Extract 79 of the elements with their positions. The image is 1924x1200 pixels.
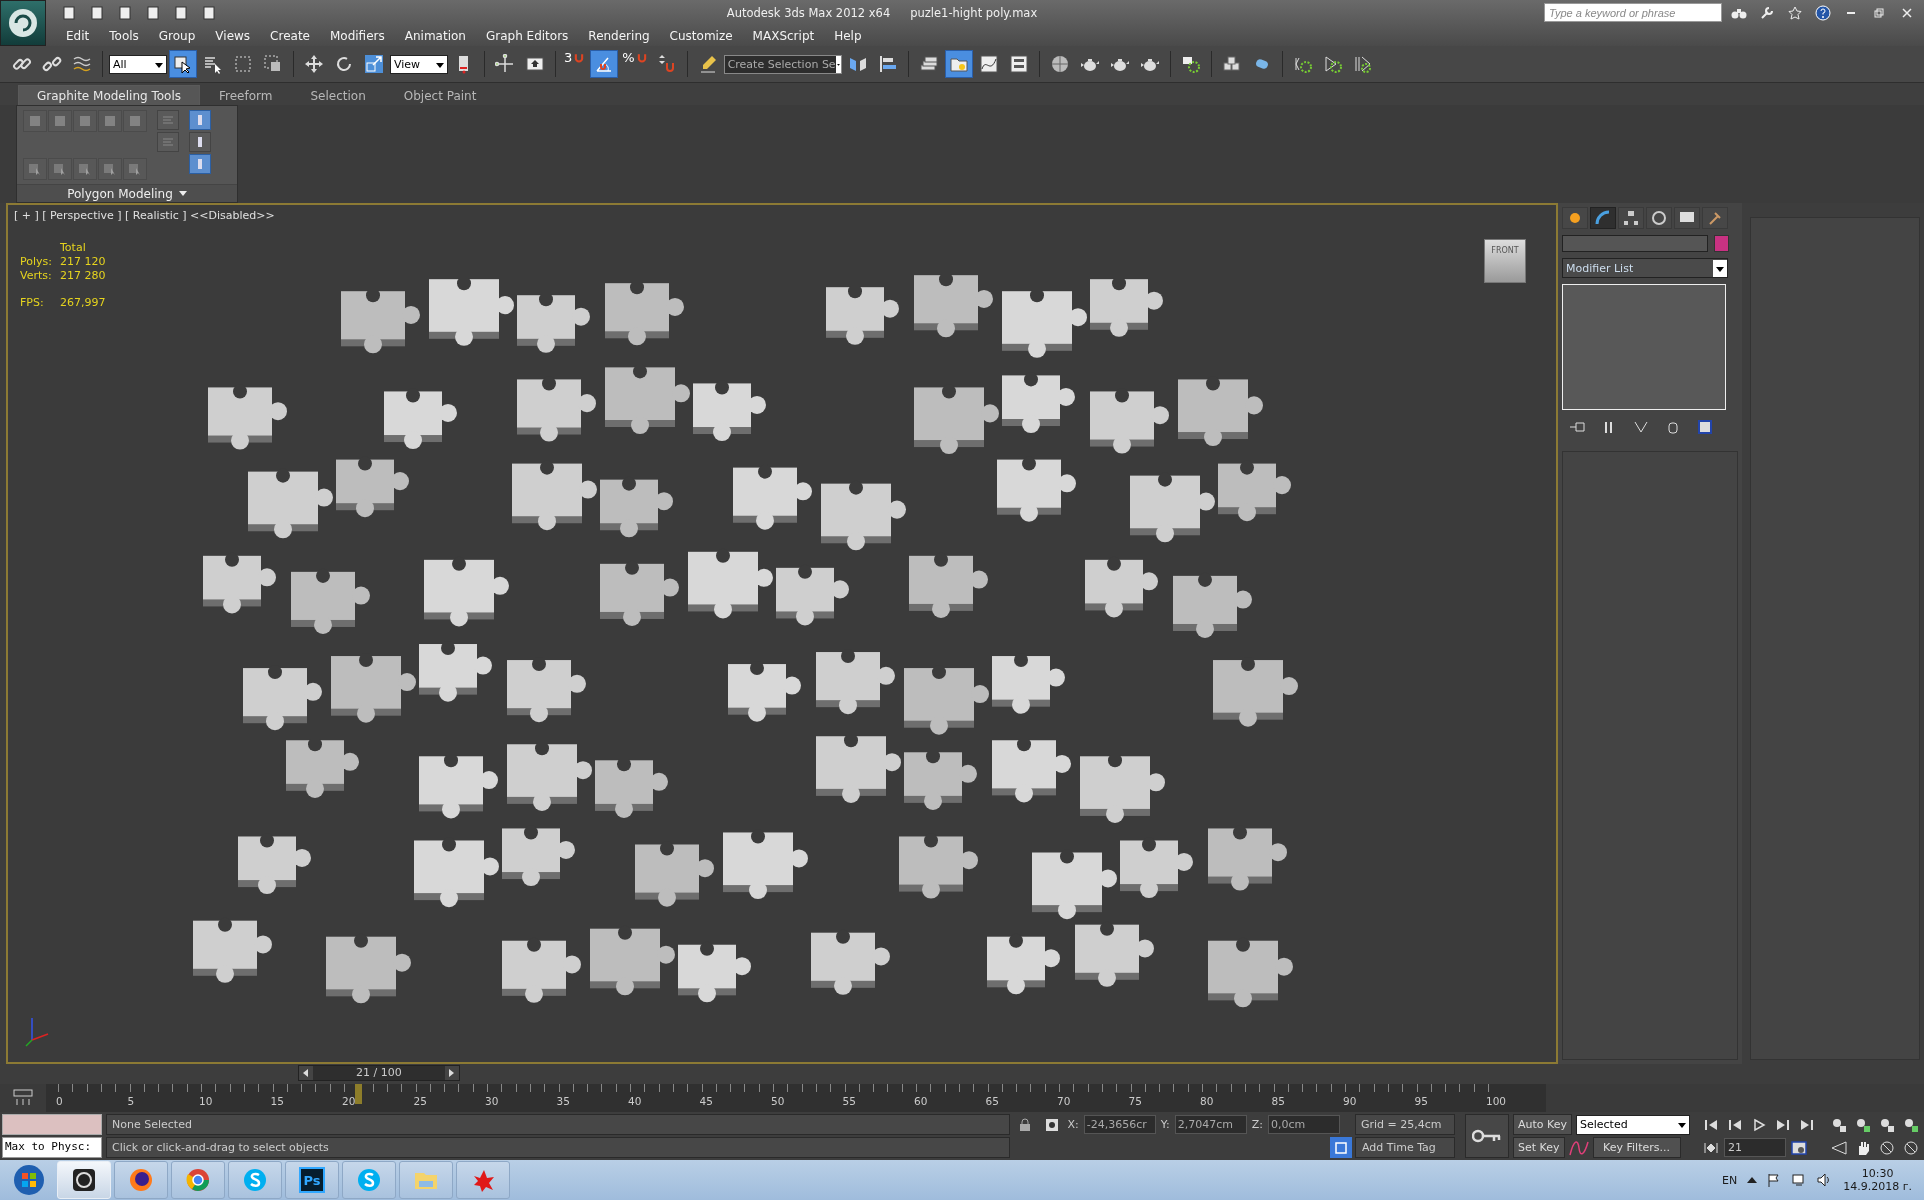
menu-item[interactable]: Create: [260, 28, 320, 43]
ruler-label: 40: [628, 1095, 642, 1107]
time-slider-thumb[interactable]: 21 / 100: [297, 1065, 460, 1081]
stat-value: 217 120: [60, 255, 106, 268]
named-selection-dropdown[interactable]: Create Selection Se: [723, 54, 842, 74]
modifier-list-dropdown[interactable]: Modifier List: [1562, 258, 1728, 278]
search-field[interactable]: Type a keyword or phrase: [1544, 3, 1722, 22]
ruler-label: 70: [1057, 1095, 1071, 1107]
ruler-label: 100: [1486, 1095, 1507, 1107]
fps-value: 267,997: [60, 296, 106, 309]
snap-toggle[interactable]: 3: [562, 50, 589, 78]
taskbar-app-button[interactable]: Ps: [285, 1161, 339, 1199]
app-icon: Ps: [299, 1167, 325, 1193]
ruler-label: 35: [556, 1095, 570, 1107]
menu-item[interactable]: Edit: [56, 28, 100, 43]
ruler-label: 50: [771, 1095, 785, 1107]
set-key-button[interactable]: Set Key: [1513, 1137, 1565, 1158]
menu-item[interactable]: Tools: [99, 28, 149, 43]
coordinate-field[interactable]: 2,7047cm: [1174, 1115, 1247, 1134]
viewport-label[interactable]: [ + ] [ Perspective ] [ Realistic ] <<Disabled>>: [14, 209, 275, 222]
coordinate-field[interactable]: 0,0cm: [1268, 1115, 1340, 1134]
ruler-label: 30: [485, 1095, 499, 1107]
menu-item[interactable]: MAXScript: [742, 28, 825, 43]
key-mode-dropdown[interactable]: Selected: [1576, 1114, 1690, 1135]
stat-label: Polys:: [20, 255, 53, 268]
ruler-label: 10: [199, 1095, 213, 1107]
ruler-label: 25: [413, 1095, 427, 1107]
ruler-label: 60: [914, 1095, 928, 1107]
menu-item[interactable]: Views: [205, 28, 261, 43]
selection-status: None Selected: [106, 1114, 1010, 1135]
menu-item[interactable]: Modifiers: [319, 28, 395, 43]
add-time-tag-button[interactable]: Add Time Tag: [1355, 1137, 1455, 1158]
menu-item[interactable]: Help: [824, 28, 872, 43]
ruler-label: 75: [1128, 1095, 1142, 1107]
ruler-label: 65: [985, 1095, 999, 1107]
time-ruler[interactable]: 0 5 10 15 20 25 30 35 40 45 50 55 60 65 70 75 80 85 90 95 100: [46, 1084, 1546, 1112]
ruler-label: 15: [270, 1095, 284, 1107]
menu-item[interactable]: Rendering: [578, 28, 660, 43]
stats-header: Total: [60, 241, 87, 254]
file-name: puzle1-hight poly.max: [910, 5, 1038, 20]
coordinate-field[interactable]: -24,3656cr: [1083, 1115, 1156, 1134]
ruler-label: 95: [1414, 1095, 1428, 1107]
coordinate-label: Y:: [1160, 1118, 1170, 1131]
frame-counter: 21 / 100: [355, 1066, 403, 1080]
ribbon-tab[interactable]: Freeform: [200, 85, 292, 105]
ruler-label: 90: [1343, 1095, 1357, 1107]
menu-item[interactable]: Customize: [659, 28, 743, 43]
clock-date: 14.9.2018 г.: [1843, 1180, 1912, 1193]
coordinate-label: X:: [1067, 1118, 1079, 1131]
snap-toggle[interactable]: %: [620, 50, 651, 78]
grid-size: Grid = 25,4cm: [1355, 1114, 1455, 1135]
ribbon-tab[interactable]: Selection: [291, 85, 385, 105]
window-title: Autodesk 3ds Max 2012 x64: [726, 5, 891, 20]
stat-label: Verts:: [20, 269, 53, 282]
selection-filter-dropdown[interactable]: All: [109, 54, 167, 74]
ruler-label: 85: [1271, 1095, 1285, 1107]
ribbon-tab[interactable]: Object Paint: [384, 85, 496, 105]
auto-key-button[interactable]: Auto Key: [1513, 1114, 1572, 1135]
ruler-label: 80: [1200, 1095, 1214, 1107]
ruler-label: 45: [699, 1095, 713, 1107]
current-frame-field[interactable]: 21: [1724, 1138, 1786, 1157]
stat-value: 217 280: [60, 269, 106, 282]
fps-label: FPS:: [20, 296, 45, 309]
panel-title-button[interactable]: Polygon Modeling: [17, 184, 237, 202]
reference-coordinate-dropdown[interactable]: View: [390, 54, 448, 74]
coordinate-label: Z:: [1251, 1118, 1263, 1131]
ruler-label: 20: [342, 1095, 356, 1107]
ruler-label: 55: [842, 1095, 856, 1107]
menu-item[interactable]: Group: [148, 28, 206, 43]
language-indicator[interactable]: EN: [1722, 1173, 1738, 1187]
time-slider-track[interactable]: 21 / 100: [6, 1064, 1558, 1082]
key-filters-button[interactable]: Key Filters...: [1592, 1137, 1681, 1158]
menu-item[interactable]: Animation: [394, 28, 476, 43]
menu-item[interactable]: Graph Editors: [475, 28, 579, 43]
clock-time: 10:30: [1861, 1167, 1894, 1180]
ribbon-tab[interactable]: Graphite Modeling Tools: [18, 85, 200, 105]
viewcube[interactable]: FRONT: [1484, 239, 1526, 283]
ruler-label: 5: [127, 1095, 135, 1107]
ruler-label: 0: [56, 1095, 63, 1107]
